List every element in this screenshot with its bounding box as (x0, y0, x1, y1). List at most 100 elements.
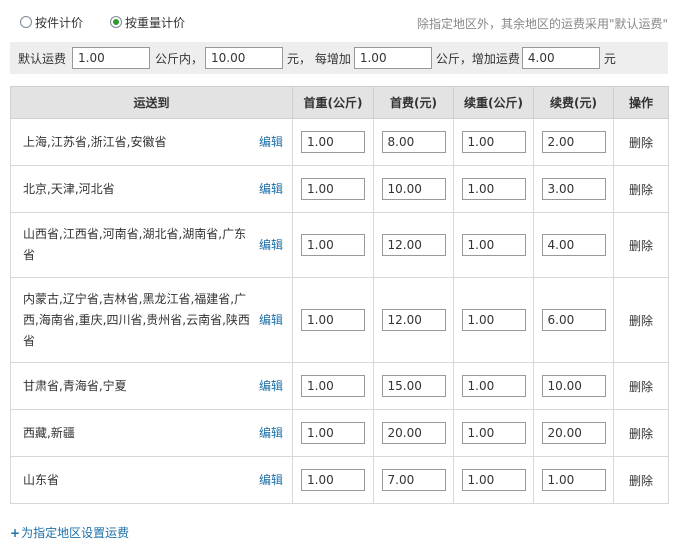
first-fee-cell (373, 212, 454, 278)
yuan-each-label: 元， 每增加 (287, 51, 351, 66)
radio-by-weight-indicator[interactable] (110, 16, 122, 28)
add-fee-cell (533, 456, 614, 504)
default-rate-note: 除指定地区外，其余地区的运费采用"默认运费" (416, 17, 668, 31)
radio-by-piece-indicator[interactable] (20, 16, 32, 28)
first-weight-input[interactable] (301, 375, 365, 397)
first-weight-cell (292, 362, 374, 410)
radio-by-piece[interactable]: 按件计价 (20, 14, 83, 30)
first-fee-cell (373, 409, 454, 457)
header-add-weight: 续重(公斤) (453, 86, 534, 119)
first-weight-cell (292, 212, 374, 278)
add-weight-cell (453, 277, 534, 363)
first-weight-input[interactable] (301, 469, 365, 491)
table-row: 西藏,新疆 编辑 删除 (10, 409, 669, 457)
delete-link[interactable]: 删除 (613, 212, 669, 278)
region-text: 山西省,江西省,河南省,湖北省,湖南省,广东省 (23, 227, 247, 262)
yuan-label: 元 (603, 51, 616, 66)
add-weight-input[interactable] (461, 131, 526, 153)
pricing-mode-bar: 按件计价 按重量计价 除指定地区外，其余地区的运费采用"默认运费" (0, 0, 676, 42)
radio-by-piece-label: 按件计价 (35, 15, 84, 30)
add-weight-input[interactable] (461, 309, 526, 331)
first-fee-input[interactable] (381, 131, 446, 153)
add-weight-input[interactable] (461, 469, 526, 491)
first-weight-cell (292, 409, 374, 457)
add-weight-input[interactable] (461, 375, 526, 397)
first-fee-input[interactable] (381, 469, 446, 491)
header-first-weight: 首重(公斤) (292, 86, 374, 119)
region-cell: 西藏,新疆 编辑 (10, 409, 293, 457)
radio-by-weight[interactable]: 按重量计价 (110, 14, 185, 30)
add-fee-input[interactable] (541, 178, 606, 200)
add-weight-input[interactable] (461, 178, 526, 200)
header-add-fee: 续费(元) (533, 86, 614, 119)
table-row: 甘肃省,青海省,宁夏 编辑 删除 (10, 362, 669, 410)
first-fee-cell (373, 277, 454, 363)
table-row: 内蒙古,辽宁省,吉林省,黑龙江省,福建省,广西,海南省,重庆,四川省,贵州省,云… (10, 277, 669, 363)
delete-link[interactable]: 删除 (613, 409, 669, 457)
add-weight-input[interactable] (461, 234, 526, 256)
delete-link[interactable]: 删除 (613, 277, 669, 363)
delete-link[interactable]: 删除 (613, 165, 669, 213)
add-fee-input[interactable] (541, 422, 606, 444)
default-rate-label: 默认运费 (18, 51, 67, 66)
edit-link[interactable]: 编辑 (255, 235, 283, 256)
add-fee-cell (533, 277, 614, 363)
edit-link[interactable]: 编辑 (255, 310, 283, 331)
first-fee-input[interactable] (381, 375, 446, 397)
add-weight-input[interactable] (461, 422, 526, 444)
add-fee-cell (533, 118, 614, 166)
default-rate-bar: 默认运费 公斤内， 元， 每增加 公斤，增加运费 元 (10, 42, 668, 74)
add-fee-cell (533, 362, 614, 410)
add-fee-input[interactable] (541, 234, 606, 256)
add-fee-input[interactable] (541, 309, 606, 331)
region-cell: 山西省,江西省,河南省,湖北省,湖南省,广东省编辑 (10, 212, 293, 278)
table-row: 山东省 编辑 删除 (10, 456, 669, 504)
header-action: 操作 (613, 86, 669, 119)
table-row: 山西省,江西省,河南省,湖北省,湖南省,广东省编辑 删除 (10, 212, 669, 278)
shipping-rate-table: 运送到 首重(公斤) 首费(元) 续重(公斤) 续费(元) 操作 上海,江苏省,… (10, 86, 669, 504)
first-weight-input[interactable] (301, 309, 365, 331)
delete-link[interactable]: 删除 (613, 118, 669, 166)
first-fee-input[interactable] (381, 178, 446, 200)
first-weight-input[interactable] (301, 234, 365, 256)
region-cell: 上海,江苏省,浙江省,安徽省 编辑 (10, 118, 293, 166)
region-cell: 内蒙古,辽宁省,吉林省,黑龙江省,福建省,广西,海南省,重庆,四川省,贵州省,云… (10, 277, 293, 363)
first-fee-cell (373, 456, 454, 504)
add-fee-input[interactable] (541, 469, 606, 491)
default-first-fee-input[interactable] (205, 47, 284, 69)
edit-link[interactable]: 编辑 (255, 132, 283, 153)
region-cell: 北京,天津,河北省 编辑 (10, 165, 293, 213)
add-region-rate-link[interactable]: +为指定地区设置运费 (10, 524, 129, 541)
add-weight-cell (453, 362, 534, 410)
unit-add-label: 公斤，增加运费 (435, 51, 520, 66)
edit-link[interactable]: 编辑 (255, 470, 283, 491)
add-fee-cell (533, 409, 614, 457)
add-weight-cell (453, 212, 534, 278)
edit-link[interactable]: 编辑 (255, 179, 283, 200)
first-weight-input[interactable] (301, 131, 365, 153)
add-weight-cell (453, 118, 534, 166)
header-destination: 运送到 (10, 86, 293, 119)
header-first-fee: 首费(元) (373, 86, 454, 119)
edit-link[interactable]: 编辑 (255, 376, 283, 397)
first-weight-input[interactable] (301, 178, 365, 200)
first-weight-input[interactable] (301, 422, 365, 444)
first-fee-input[interactable] (381, 234, 446, 256)
add-fee-input[interactable] (541, 375, 606, 397)
delete-link[interactable]: 删除 (613, 362, 669, 410)
default-add-fee-input[interactable] (521, 47, 600, 69)
add-weight-cell (453, 456, 534, 504)
add-fee-input[interactable] (541, 131, 606, 153)
default-add-weight-input[interactable] (353, 47, 432, 69)
default-first-weight-input[interactable] (72, 47, 151, 69)
first-weight-cell (292, 118, 374, 166)
table-row: 北京,天津,河北省 编辑 删除 (10, 165, 669, 213)
delete-link[interactable]: 删除 (613, 456, 669, 504)
region-cell: 甘肃省,青海省,宁夏 编辑 (10, 362, 293, 410)
first-fee-input[interactable] (381, 422, 446, 444)
plus-icon: + (10, 526, 21, 540)
first-fee-input[interactable] (381, 309, 446, 331)
edit-link[interactable]: 编辑 (255, 423, 283, 444)
region-cell: 山东省 编辑 (10, 456, 293, 504)
region-text: 北京,天津,河北省 (23, 181, 115, 196)
